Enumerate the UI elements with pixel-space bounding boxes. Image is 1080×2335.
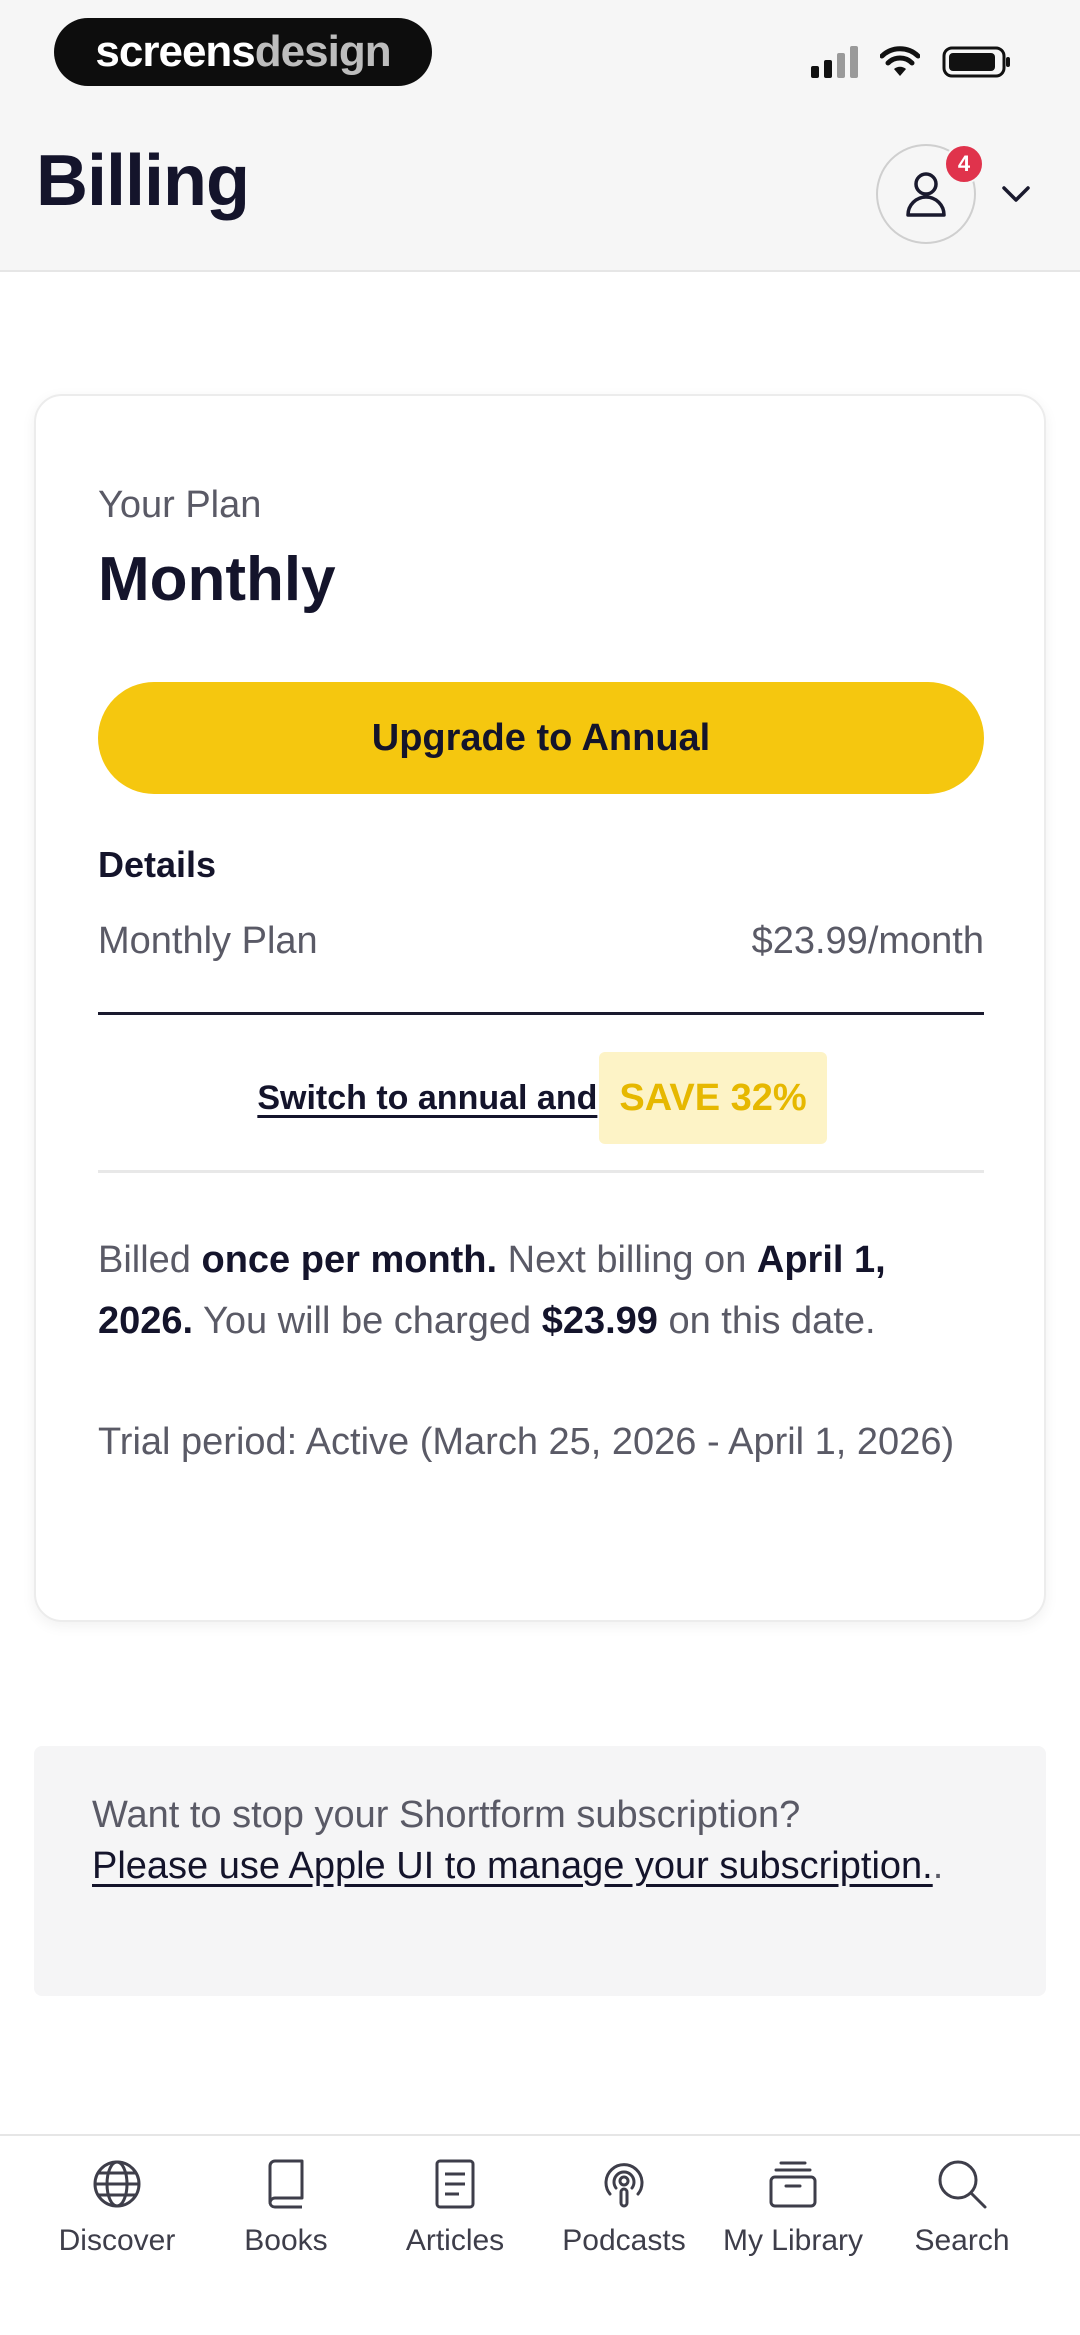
cancel-subscription-text: Want to stop your Shortform subscription… — [92, 1790, 952, 1892]
nav-label: Podcasts — [562, 2224, 686, 2257]
chevron-down-icon — [1002, 186, 1030, 202]
plan-detail-label: Monthly Plan — [98, 920, 318, 962]
globe-icon — [93, 2160, 141, 2208]
user-icon — [906, 172, 946, 217]
brand-logo: screens design — [54, 18, 432, 86]
status-icons — [811, 40, 1012, 84]
brand-text-2: design — [254, 27, 392, 76]
upgrade-annual-button[interactable]: Upgrade to Annual — [98, 682, 984, 794]
wifi-icon — [880, 46, 920, 76]
library-icon — [769, 2161, 817, 2208]
nav-label: Discover — [58, 2224, 176, 2257]
account-menu-toggle[interactable] — [996, 174, 1036, 214]
book-icon — [268, 2159, 304, 2209]
nav-books[interactable]: Books — [201, 2156, 371, 2276]
search-icon — [938, 2160, 987, 2209]
page-title: Billing — [36, 141, 250, 221]
plan-label: Your Plan — [98, 484, 262, 526]
billing-info: Billed once per month. Next billing on A… — [98, 1239, 886, 1342]
details-heading: Details — [98, 844, 217, 885]
signal-icon — [811, 46, 858, 78]
plan-name: Monthly — [98, 545, 336, 614]
nav-my-library[interactable]: My Library — [708, 2156, 878, 2276]
brand-text-1: screens — [95, 27, 255, 76]
nav-articles[interactable]: Articles — [370, 2156, 540, 2276]
manage-subscription-link[interactable]: Please use Apple UI to manage your subsc… — [92, 1845, 933, 1887]
nav-discover[interactable]: Discover — [32, 2156, 202, 2276]
plan-detail-price: $23.99/month — [751, 920, 984, 962]
top-header: screens design Billing 4 — [0, 0, 1080, 272]
cancel-question: Want to stop your Shortform subscription… — [92, 1794, 801, 1836]
notification-badge: 4 — [944, 144, 984, 184]
document-icon — [435, 2159, 475, 2209]
nav-label: Articles — [405, 2224, 505, 2257]
nav-label: My Library — [722, 2224, 864, 2257]
plan-detail-row: Monthly Plan $23.99/month — [98, 920, 984, 963]
cancel-subscription-box: Want to stop your Shortform subscription… — [34, 1746, 1046, 1996]
nav-label: Search — [914, 2224, 1010, 2257]
plan-card: Your Plan Monthly Upgrade to Annual Deta… — [34, 394, 1046, 1622]
switch-annual-link[interactable]: Switch to annual and — [257, 1079, 597, 1118]
podcast-icon — [604, 2163, 644, 2208]
nav-label: Books — [244, 2224, 328, 2257]
save-badge[interactable]: SAVE 32% — [599, 1052, 827, 1144]
trial-period-info: Trial period: Active (March 25, 2026 - A… — [98, 1421, 955, 1463]
cancel-suffix: . — [932, 1845, 944, 1887]
switch-annual-row[interactable]: Switch to annual and SAVE 32% — [36, 1052, 1048, 1144]
bottom-navigation: Discover Books Articles Podcasts My Libr… — [0, 2134, 1080, 2335]
divider — [98, 1170, 984, 1173]
battery-icon — [942, 46, 1010, 78]
nav-search[interactable]: Search — [877, 2156, 1047, 2276]
nav-podcasts[interactable]: Podcasts — [539, 2156, 709, 2276]
divider — [98, 1012, 984, 1015]
